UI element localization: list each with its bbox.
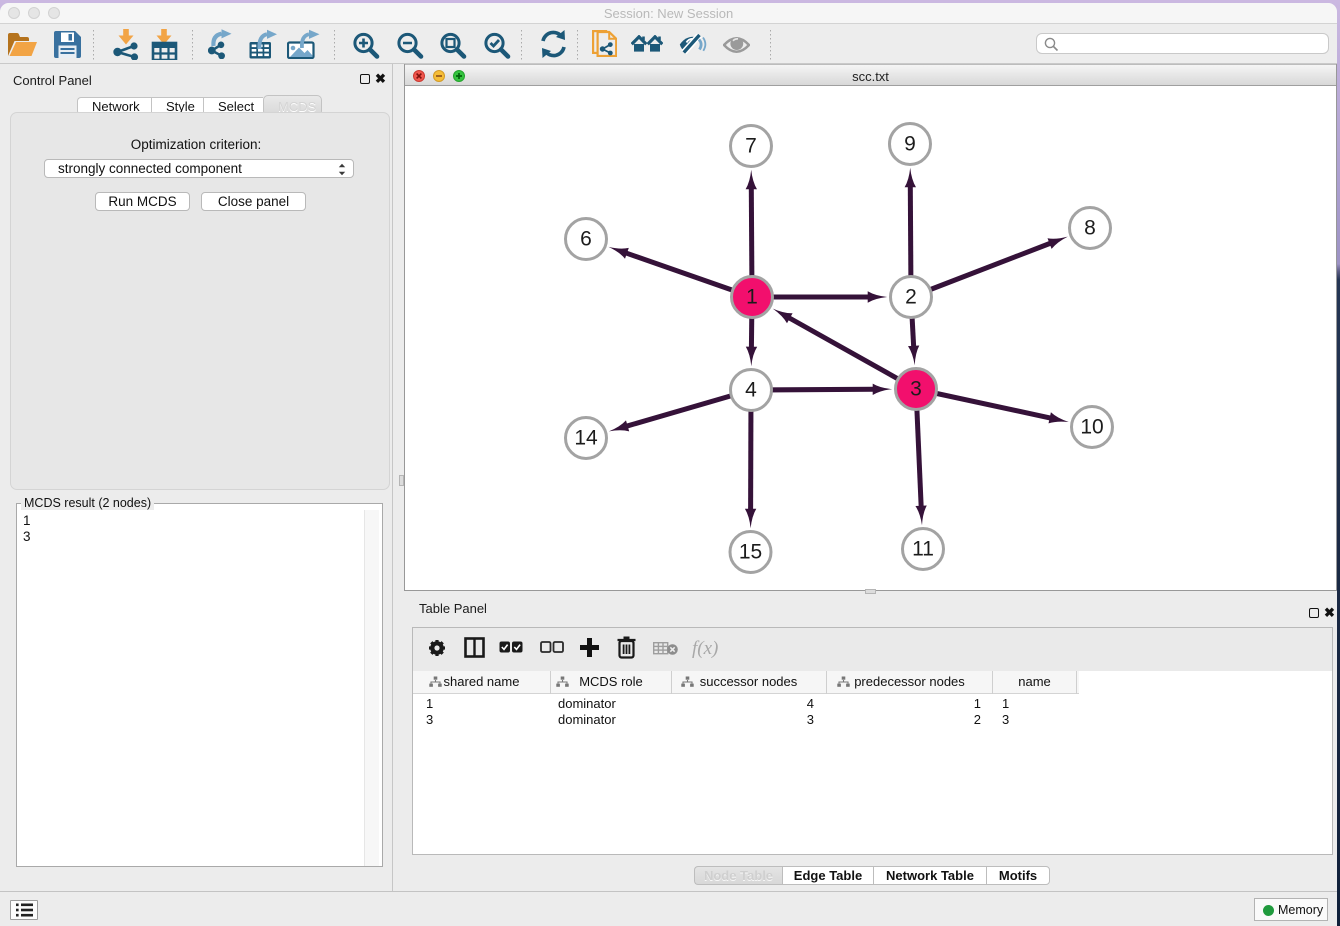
svg-text:8: 8 [1084, 217, 1096, 240]
svg-text:4: 4 [745, 379, 757, 402]
svg-text:10: 10 [1080, 416, 1103, 439]
svg-text:14: 14 [574, 427, 598, 450]
svg-text:2: 2 [905, 286, 917, 309]
svg-text:9: 9 [904, 133, 916, 156]
svg-text:7: 7 [745, 135, 757, 158]
svg-text:11: 11 [912, 538, 934, 561]
svg-text:1: 1 [746, 286, 758, 309]
svg-text:6: 6 [580, 228, 592, 251]
svg-text:3: 3 [910, 378, 922, 401]
svg-text:15: 15 [739, 541, 762, 564]
